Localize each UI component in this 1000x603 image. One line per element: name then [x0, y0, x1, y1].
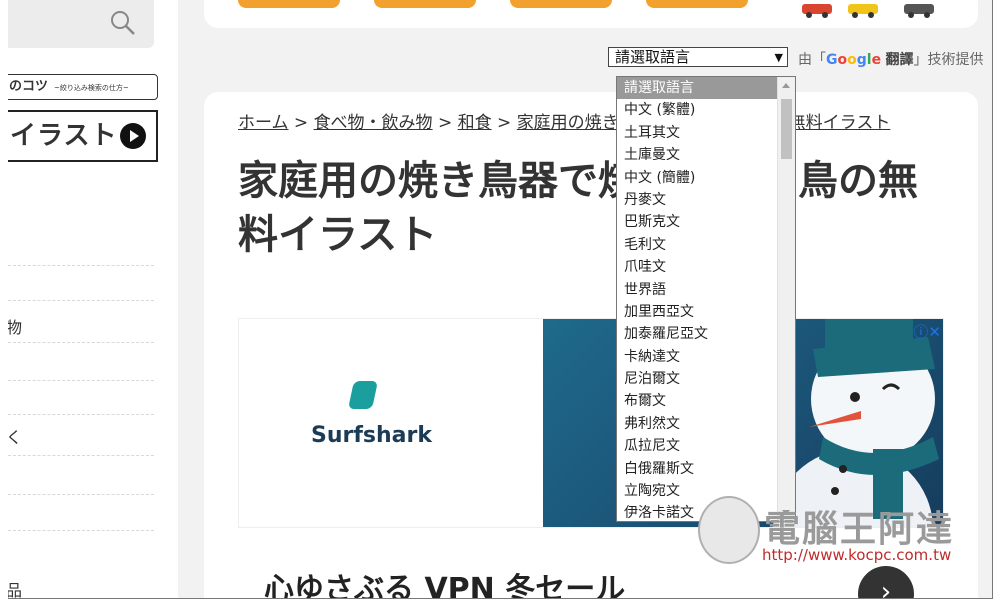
- page-title: 家庭用の焼き鳥器で焼いた焼き鳥の無料イラスト: [238, 158, 918, 258]
- language-option[interactable]: 中文 (簡體): [617, 167, 795, 189]
- language-dropdown-list[interactable]: 請選取語言 中文 (繁體) 土耳其文 土庫曼文 中文 (簡體) 丹麥文 巴斯克文 毛利文 爪哇文…: [616, 76, 796, 522]
- language-select-value: 請選取語言: [615, 48, 691, 66]
- language-option[interactable]: 爪哇文: [617, 256, 795, 278]
- breadcrumb-food-drink[interactable]: 食べ物・飲み物: [314, 113, 433, 133]
- powered-prefix: 由「: [798, 52, 826, 68]
- divider: [8, 265, 154, 266]
- surfshark-logo-icon: [348, 381, 378, 409]
- language-option[interactable]: 尼泊爾文: [617, 368, 795, 390]
- language-option[interactable]: 白俄羅斯文: [617, 458, 795, 480]
- chevron-right-icon: ›: [880, 577, 892, 599]
- site-watermark: 電腦王阿達 http://www.kocpc.com.tw: [698, 494, 978, 574]
- car-icon: [802, 4, 832, 18]
- translate-link[interactable]: 翻譯: [886, 52, 914, 68]
- language-option[interactable]: 丹麥文: [617, 189, 795, 211]
- sidebar-category-fragment[interactable]: 物: [8, 314, 22, 338]
- play-circle-icon: [120, 123, 146, 149]
- scroll-up-arrow-icon[interactable]: [782, 83, 790, 88]
- language-option[interactable]: 世界語: [617, 279, 795, 301]
- language-option[interactable]: 中文 (繁體): [617, 99, 795, 121]
- sidebar-illust-button[interactable]: イラスト: [8, 110, 158, 162]
- language-option[interactable]: 土耳其文: [617, 122, 795, 144]
- ad-close-icon[interactable]: ⓘ✕: [913, 321, 941, 342]
- top-nav-card: [204, 0, 978, 28]
- language-option[interactable]: 土庫曼文: [617, 144, 795, 166]
- divider: [8, 494, 154, 495]
- language-option[interactable]: 卡納達文: [617, 346, 795, 368]
- language-select[interactable]: 請選取語言 ▼: [608, 47, 788, 67]
- watermark-title: 電腦王阿達: [764, 509, 955, 550]
- divider: [8, 530, 154, 531]
- mascot-face-icon: [698, 496, 760, 564]
- ad-brand: Surfshark: [311, 423, 433, 448]
- search-tips-sublabel: ~絞り込み検索の仕方~: [54, 84, 129, 92]
- language-option[interactable]: 請選取語言: [617, 77, 795, 100]
- powered-by-google-translate: 由「Google 翻譯」技術提供: [798, 49, 984, 69]
- language-options: 請選取語言 中文 (繁體) 土耳其文 土庫曼文 中文 (簡體) 丹麥文 巴斯克文 毛利文 爪哇文…: [617, 77, 795, 521]
- divider: [8, 342, 154, 343]
- scrollbar-thumb[interactable]: [781, 99, 792, 159]
- divider: [8, 380, 154, 381]
- divider: [8, 455, 154, 456]
- divider: [8, 414, 154, 415]
- ad-headline: 心ゆさぶる VPN 冬セール: [264, 572, 626, 599]
- language-option[interactable]: 加泰羅尼亞文: [617, 323, 795, 345]
- breadcrumb-washoku[interactable]: 和食: [458, 113, 492, 133]
- browser-viewport: のコツ ~絞り込み検索の仕方~ イラスト 物 く 品 請選取語言 ▼ 由「Goog…: [8, 0, 993, 599]
- illust-label: イラスト: [10, 121, 118, 151]
- search-icon[interactable]: [110, 10, 136, 36]
- breadcrumb-separator: >: [288, 113, 314, 133]
- language-option[interactable]: 毛利文: [617, 234, 795, 256]
- dropdown-scrollbar[interactable]: [777, 77, 795, 521]
- nav-tab[interactable]: [510, 0, 612, 8]
- breadcrumb-separator: >: [491, 113, 517, 133]
- language-option[interactable]: 瓜拉尼文: [617, 435, 795, 457]
- search-tips-label: のコツ: [9, 79, 49, 94]
- google-logo: Google: [826, 52, 882, 68]
- sidebar-search-box[interactable]: [8, 0, 154, 48]
- sidebar-category-fragment[interactable]: 品: [8, 577, 22, 598]
- breadcrumb-home[interactable]: ホーム: [238, 113, 289, 133]
- car-icon: [848, 4, 878, 18]
- chevron-down-icon: ▼: [774, 51, 783, 64]
- breadcrumb-separator: >: [432, 113, 458, 133]
- language-option[interactable]: 巴斯克文: [617, 211, 795, 233]
- language-option[interactable]: 布爾文: [617, 390, 795, 412]
- language-option[interactable]: 弗利然文: [617, 413, 795, 435]
- nav-tab[interactable]: [238, 0, 340, 8]
- left-sidebar: のコツ ~絞り込み検索の仕方~ イラスト 物 く 品: [8, 0, 178, 598]
- powered-suffix: 」技術提供: [913, 52, 984, 68]
- nav-tab[interactable]: [374, 0, 476, 8]
- car-icon: [904, 4, 934, 18]
- language-option[interactable]: 加里西亞文: [617, 301, 795, 323]
- divider: [8, 300, 154, 301]
- nav-tab[interactable]: [646, 0, 748, 8]
- watermark-url: http://www.kocpc.com.tw: [762, 546, 952, 564]
- sidebar-category-fragment[interactable]: く: [8, 424, 22, 448]
- sidebar-search-tips-link[interactable]: のコツ ~絞り込み検索の仕方~: [8, 74, 158, 100]
